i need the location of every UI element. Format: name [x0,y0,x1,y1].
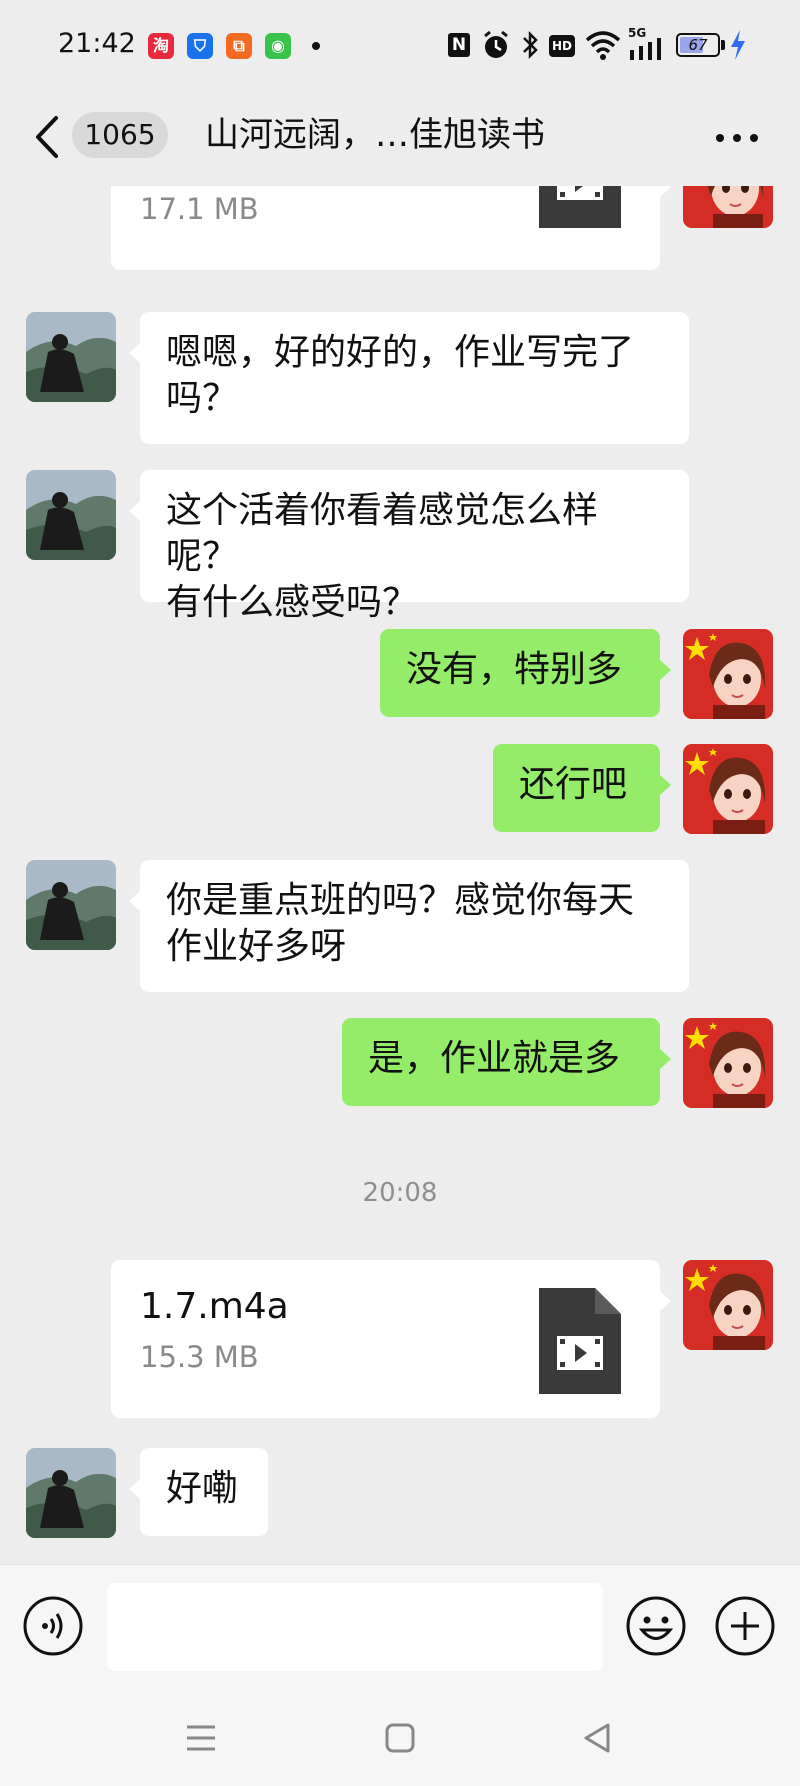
charging-icon [731,30,745,60]
incoming-message[interactable]: 嗯嗯，好的好的，作业写完了 吗？ [129,312,689,444]
more-notifications-dot [312,42,320,50]
chat-message-list[interactable]: 17.1 MB 嗯嗯，好的好的，作业写完了 吗？ 这个活着你看着感觉怎么样呢？ … [0,186,800,1564]
battery-cap [721,40,725,50]
message-line: 是，作业就是多 [368,1038,621,1079]
message-line: 好嘞 [166,1468,239,1509]
unread-count-badge[interactable]: 1065 [72,112,168,158]
outgoing-message[interactable]: 没有，特别多 [380,629,671,717]
my-avatar[interactable] [683,1260,773,1350]
outgoing-message[interactable]: 是，作业就是多 [342,1018,671,1106]
contact-avatar[interactable] [26,860,116,950]
incoming-message[interactable]: 这个活着你看着感觉怎么样呢？ 有什么感受吗？ [129,470,689,623]
chat-title: 山河远阔，…佳旭读书 [205,115,545,155]
nfc-icon: N [448,33,470,57]
alarm-icon [484,30,508,58]
hd-icon: HD [549,35,575,57]
home-icon[interactable] [382,1720,418,1756]
contact-avatar[interactable] [26,1448,116,1538]
my-avatar[interactable] [683,1018,773,1108]
status-time: 21:42 [58,28,136,59]
file-message[interactable]: 1.7.m4a 15.3 MB [111,1260,671,1418]
android-app-icon: ◉ [265,33,291,59]
file-name: 1.7.m4a [140,1286,289,1327]
more-options-icon[interactable] [712,118,762,158]
message-line: 这个活着你看着感觉怎么样呢？ [166,490,599,577]
incoming-message[interactable]: 你是重点班的吗？感觉你每天 作业好多呀 [129,860,689,992]
menu-icon[interactable] [183,1720,219,1756]
message-line: 还行吧 [519,764,628,805]
time-divider: 20:08 [362,1178,438,1208]
system-nav-bar [0,1686,800,1786]
message-line: 你是重点班的吗？感觉你每天 [166,880,635,921]
message-line: 没有，特别多 [406,649,623,690]
emoji-icon[interactable] [625,1595,687,1657]
plus-icon[interactable] [714,1595,776,1657]
back-nav-icon[interactable] [580,1720,616,1756]
incoming-message[interactable]: 好嘞 [129,1448,268,1536]
bluetooth-icon [523,30,538,60]
signal-icon [630,38,661,60]
file-size: 17.1 MB [140,192,259,226]
wifi-icon [585,31,621,60]
contact-avatar[interactable] [26,470,116,560]
video-file-icon [539,1288,621,1394]
status-bar: 21:42 淘 ⛉ ⧉ ◉ N HD 5G 67 [0,0,800,92]
my-avatar[interactable] [683,629,773,719]
battery-text: 67 [688,36,708,54]
message-input[interactable] [107,1583,603,1671]
message-line: 有什么感受吗？ [166,582,419,623]
message-line: 吗？ [166,378,239,419]
outgoing-message[interactable]: 还行吧 [493,744,671,832]
my-avatar[interactable] [683,744,773,834]
message-line: 作业好多呀 [166,926,347,967]
back-arrow-icon[interactable] [28,112,68,162]
video-file-icon [539,186,621,228]
taobao-icon: 淘 [148,33,174,59]
contact-avatar[interactable] [26,312,116,402]
input-bar [0,1564,800,1686]
my-avatar[interactable] [683,186,773,228]
file-size: 15.3 MB [140,1340,259,1374]
voice-input-icon[interactable] [22,1595,84,1657]
chat-header: 1065 山河远阔，…佳旭读书 [0,92,800,186]
battery-icon: 67 [676,33,720,57]
orange-app-icon: ⧉ [226,33,252,59]
file-message[interactable]: 17.1 MB [111,186,671,270]
shield-app-icon: ⛉ [187,33,213,59]
message-line: 嗯嗯，好的好的，作业写完了 [166,332,635,373]
